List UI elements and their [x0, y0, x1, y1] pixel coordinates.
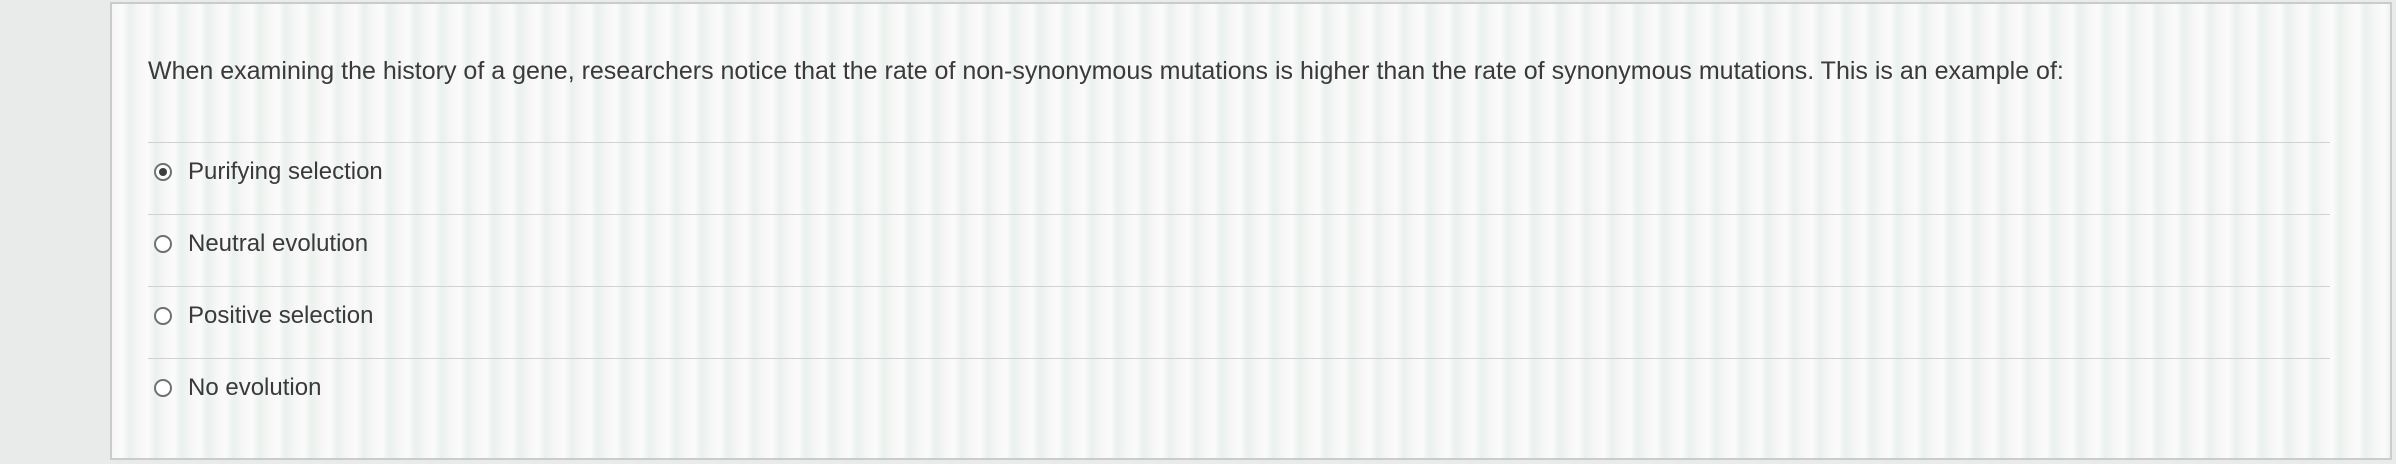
option-label: Positive selection	[188, 302, 374, 329]
option-label: Neutral evolution	[188, 230, 369, 257]
radio-empty-icon[interactable]	[154, 307, 172, 325]
divider	[148, 358, 2330, 359]
radio-empty-icon[interactable]	[154, 379, 172, 397]
option-label: No evolution	[188, 374, 322, 401]
option-neutral-evolution[interactable]: Neutral evolution	[154, 226, 368, 262]
divider	[148, 142, 2330, 143]
divider	[148, 214, 2330, 215]
option-no-evolution[interactable]: No evolution	[154, 370, 321, 406]
option-positive-selection[interactable]: Positive selection	[154, 298, 373, 334]
divider	[148, 286, 2330, 287]
question-text: When examining the history of a gene, re…	[148, 57, 2064, 85]
option-label: Purifying selection	[188, 158, 383, 185]
option-purifying-selection[interactable]: Purifying selection	[154, 154, 383, 190]
question-panel: When examining the history of a gene, re…	[110, 2, 2392, 460]
radio-empty-icon[interactable]	[154, 235, 172, 253]
radio-selected-icon[interactable]	[154, 163, 172, 181]
